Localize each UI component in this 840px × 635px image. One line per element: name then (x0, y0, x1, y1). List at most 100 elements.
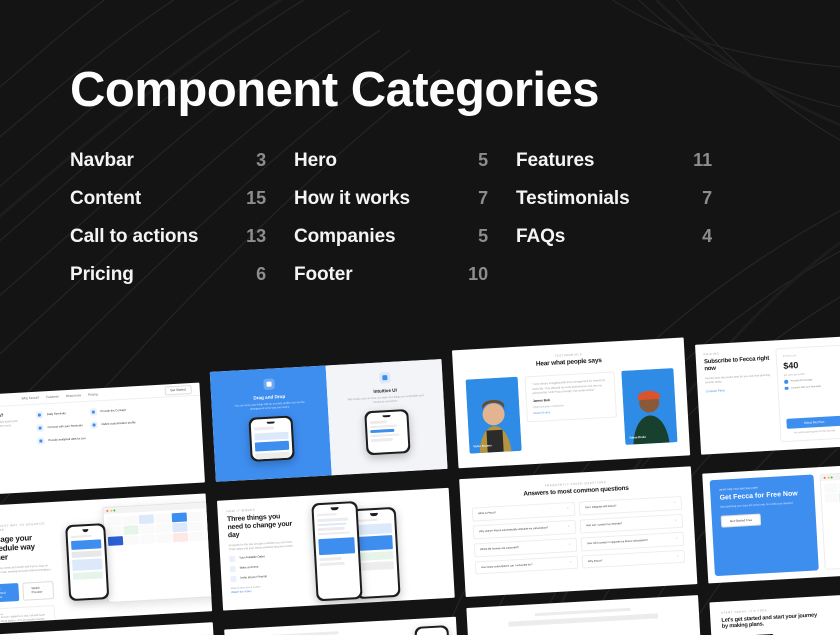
footer-links: COMPANY About Careers Press Contact PROD… (827, 599, 840, 635)
megamenu-item[interactable]: Provide the Concept (89, 406, 138, 416)
how-it-works-text: Set goals for the day and get reminders … (228, 540, 294, 552)
faq-item[interactable]: Why Fecca? + (581, 549, 686, 569)
nav-link[interactable]: Why Fecca? (21, 396, 39, 401)
plus-icon: + (676, 553, 679, 558)
section-title: Let's get started and start your journey… (721, 612, 818, 631)
users-icon (230, 576, 237, 583)
feature-text: You can move your things with an accurat… (234, 400, 305, 411)
pricing-plan-premium[interactable]: Premium $40 per user, per month Provide … (775, 344, 840, 443)
category-row-content[interactable]: Content 15 (70, 188, 294, 226)
testimonial-link[interactable]: Read full story (533, 407, 609, 415)
megamenu-item-label: Provide analytical data for you (48, 435, 86, 442)
mockup-how-it-works[interactable]: HOW IT WORKS Three things you need to ch… (216, 487, 455, 611)
megamenu-column (143, 403, 193, 439)
faq-item[interactable]: What is Fecca? + (471, 502, 576, 522)
profile-icon (90, 421, 98, 429)
bell-icon (35, 411, 44, 419)
nav-link[interactable]: Pricing (88, 392, 98, 397)
phone-mockup-front (311, 500, 363, 602)
faq-item[interactable]: How can I cancel my reminder? + (579, 513, 684, 534)
megamenu-item[interactable]: Connect with your Reminder (36, 422, 85, 432)
mockup-cta-banner[interactable]: WHAT ARE YOU WAITING FOR? Get Fecca for … (702, 460, 840, 584)
schedule-visual (58, 493, 213, 619)
megamenu-item[interactable]: Provide analytical data for you (37, 435, 86, 445)
get-started-button[interactable]: Get Started Free (0, 582, 20, 603)
category-label: How it works (294, 188, 410, 209)
nav-link[interactable]: Resources (66, 393, 81, 398)
category-row-features[interactable]: Features 11 (516, 150, 740, 188)
category-column-2: Hero 5 How it works 7 Companies 5 Footer… (294, 150, 516, 302)
category-row-testimonials[interactable]: Testimonials 7 (516, 188, 740, 226)
feature-panel-drag-and-drop: Drag and Drop You can move your things w… (209, 365, 332, 482)
category-list: Navbar 3 Content 15 Call to actions 13 P… (70, 150, 770, 302)
megamenu-item[interactable]: Daily Reminder (35, 409, 85, 419)
mockup-faq[interactable]: FREQUENTLY ASKED QUESTIONS Answers to mo… (459, 466, 698, 598)
mockup-row3-center-right[interactable] (466, 595, 705, 635)
megamenu-item-label: Connect with your Reminder (47, 422, 83, 429)
mockup-footer[interactable]: START TODAY, IT'S FREE Let's get started… (709, 589, 840, 635)
plus-icon: + (566, 506, 570, 511)
blurb-link[interactable]: Learn more (0, 436, 19, 442)
blurb-title: Why Fecca? (0, 412, 4, 419)
mockup-navbar-megamenu[interactable]: fecca Why Fecca? Features Resources Pric… (0, 382, 205, 496)
pricing-text: Pick the plan that works best for you an… (704, 373, 771, 385)
category-column-1: Navbar 3 Content 15 Call to actions 13 P… (70, 150, 294, 302)
plan-feature-label: Provide the Concept (790, 378, 813, 383)
nav-links: Why Fecca? Features Resources Pricing (21, 392, 97, 400)
footer-copy: START TODAY, IT'S FREE Let's get started… (721, 605, 822, 635)
plan-note: No credit card required for the free tri… (793, 429, 836, 435)
step-label: Your Available Dates (239, 554, 265, 561)
category-count: 10 (468, 264, 488, 284)
category-label: Content (70, 188, 142, 209)
mockup-row3-center-left[interactable] (224, 616, 462, 635)
review-card: Reviews “This is how I talked to it and … (0, 604, 57, 625)
how-it-works-step: Your Available Dates (229, 553, 297, 563)
calendar-icon (229, 556, 236, 563)
section-title: Subscribe to Fecca right now (703, 355, 770, 373)
category-column-3: Features 11 Testimonials 7 FAQs 4 (516, 150, 740, 302)
mockup-feature-split[interactable]: Drag and Drop You can move your things w… (209, 359, 448, 482)
page-title: Component Categories (70, 63, 600, 117)
plan-select-button[interactable]: Select this Plan (786, 415, 840, 429)
category-row-how-it-works[interactable]: How it works 7 (294, 188, 516, 226)
plus-icon: + (568, 541, 572, 547)
category-row-navbar[interactable]: Navbar 3 (70, 150, 294, 188)
faq-item[interactable]: How will it cancel or upgrade my Fecca s… (580, 531, 685, 552)
faq-question: What is Fecca? (478, 511, 497, 516)
megamenu-item[interactable]: Visible customization profile (90, 419, 139, 429)
mockup-schedule-hero[interactable]: fecca THE EASIEST WAY TO ORGANIZE YOUR L… (0, 493, 213, 625)
mockup-row3-left[interactable]: fecca (0, 622, 220, 635)
plan-name: Premium (782, 354, 797, 358)
calendar-grid (104, 508, 213, 550)
mockup-pricing[interactable]: PRICING Subscribe to Fecca right now Pic… (695, 331, 840, 455)
feature-title: Drag and Drop (253, 393, 286, 401)
category-row-footer[interactable]: Footer 10 (294, 264, 516, 302)
megamenu-blurb: Why Fecca? See how Fecca helps teams pla… (0, 405, 29, 455)
layout-icon (378, 371, 391, 384)
testimonials-header: TESTIMONIALS Hear what people says (464, 347, 672, 372)
faq-item[interactable]: How many subscriptions can I subscribe f… (474, 555, 579, 575)
faq-item[interactable]: Why doesn't Fecca automatically schedule… (472, 519, 577, 540)
category-count: 11 (693, 150, 712, 170)
faq-item[interactable]: Which file formats are supported? + (473, 537, 578, 558)
faq-item[interactable]: Can I integrate with Fecca? + (578, 496, 683, 516)
pricing-link[interactable]: Compare Plans (706, 386, 772, 393)
phone-mockup (364, 408, 411, 455)
category-row-pricing[interactable]: Pricing 6 (70, 264, 294, 302)
category-row-call-to-actions[interactable]: Call to actions 13 (70, 226, 294, 264)
category-row-faqs[interactable]: FAQs 4 (516, 226, 740, 264)
category-label: Hero (294, 150, 337, 171)
check-icon (784, 379, 788, 384)
mockup-testimonials[interactable]: TESTIMONIALS Hear what people says Victo… (451, 337, 691, 469)
cta-button[interactable]: Get Started Free (720, 513, 762, 528)
watch-preview-button[interactable]: Watch Preview (22, 580, 55, 601)
nav-cta-button[interactable]: Get Started (164, 384, 192, 396)
testimonial-quote: “I was always struggling with time manag… (531, 379, 606, 395)
category-row-hero[interactable]: Hero 5 (294, 150, 516, 188)
category-row-companies[interactable]: Companies 5 (294, 226, 516, 264)
link-icon (36, 424, 44, 432)
nav-link[interactable]: Features (46, 394, 59, 399)
person-photo-icon (621, 368, 678, 446)
testimonials-row: Victor Kramer “I was always struggling w… (465, 368, 678, 455)
schedule-text: Plan your day, week and month with Fecca… (0, 563, 52, 574)
